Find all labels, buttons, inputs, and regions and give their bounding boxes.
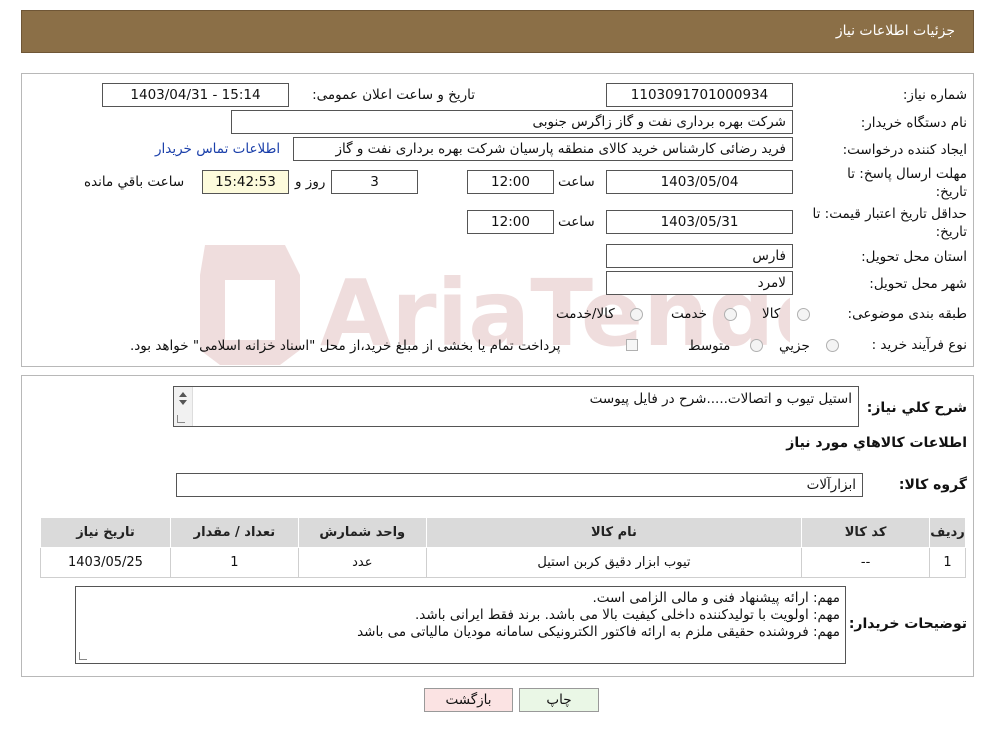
remaining-time-label: ساعت باقي مانده [84,174,185,190]
resize-grip-icon[interactable] [177,415,185,423]
buyer-note-1: مهم: ارائه پیشنهاد فنی و مالی الزامی است… [592,590,840,606]
deadline-date-field: 1403/05/04 [606,170,793,194]
announce-label: تاریخ و ساعت اعلان عمومی: [312,87,475,103]
buyer-note-3: مهم: فروشنده حقیقی ملزم به ارائه فاکتور … [357,624,840,640]
category-label: طبقه بندی موضوعی: [847,306,967,322]
process-minor-radio[interactable] [826,339,839,352]
col-item-name: نام کالا [425,517,803,548]
creator-label: ایجاد کننده درخواست: [842,142,967,158]
validity-label: حداقل تاریخ اعتبار قیمت: تا [812,206,967,222]
cell-need-date: 1403/05/25 [40,547,171,578]
city-field: لامرد [606,271,793,295]
process-medium-radio[interactable] [750,339,763,352]
col-need-date: تاریخ نیاز [40,517,171,548]
goods-group-field: ابزارآلات [176,473,863,497]
validity-date-field: 1403/05/31 [606,210,793,234]
table-row: 1 -- تیوب ابزار دقیق کربن استیل عدد 1 14… [40,547,966,578]
buyer-note-2: مهم: اولویت با تولیدکننده داخلی کیفیت با… [415,607,840,623]
back-button[interactable]: بازگشت [424,688,513,712]
need-number-label: شماره نیاز: [902,87,967,103]
need-number-field: 1103091701000934 [606,83,793,107]
category-service-radio[interactable] [724,308,737,321]
deadline-time-label: ساعت [558,174,595,190]
cell-row-number: 1 [929,547,966,578]
items-title: اطلاعات کالاهاي مورد نياز [786,435,967,451]
province-field: فارس [606,244,793,268]
province-label: استان محل تحویل: [861,249,967,265]
announce-field: 1403/04/31 - 15:14 [102,83,289,107]
cell-item-name: تیوب ابزار دقیق کربن استیل [425,547,803,578]
process-minor-label: جزيي [779,338,810,354]
deadline-label-date: تاریخ: [935,184,967,200]
page-header: جزئیات اطلاعات نیاز [21,10,974,53]
page-title: جزئیات اطلاعات نیاز [835,23,955,39]
buyer-org-label: نام دستگاه خریدار: [860,115,967,131]
validity-time-field: 12:00 [467,210,554,234]
goods-group-label: گروه کالا: [898,477,967,493]
description-text: استیل تیوب و اتصالات.....شرح در فایل پیو… [589,391,852,407]
buyer-org-field: شرکت بهره برداری نفت و گاز زاگرس جنوبی [231,110,793,134]
process-medium-label: متوسط [688,338,731,354]
category-both-label: کالا/خدمت [556,306,615,322]
category-service-label: خدمت [671,306,707,322]
description-textarea[interactable]: استیل تیوب و اتصالات.....شرح در فایل پیو… [173,386,859,427]
deadline-time-field: 12:00 [467,170,554,194]
remaining-time-field: 15:42:53 [202,170,289,194]
category-goods-radio[interactable] [797,308,810,321]
col-row-number: رديف [929,517,966,548]
cell-quantity: 1 [169,547,299,578]
buyer-notes-label: توضیحات خریدار: [848,616,967,632]
category-goods-label: کالا [762,306,781,322]
buyer-contact-link[interactable]: اطلاعات تماس خریدار [155,141,280,157]
category-both-radio[interactable] [630,308,643,321]
col-item-code: کد کالا [801,517,931,548]
description-scrollbar[interactable] [174,387,193,426]
treasury-payment-checkbox[interactable] [626,339,638,351]
print-button[interactable]: چاپ [519,688,599,712]
items-table: رديف کد کالا نام کالا واحد شمارش تعداد /… [40,517,966,578]
table-header-row: رديف کد کالا نام کالا واحد شمارش تعداد /… [40,517,966,548]
city-label: شهر محل تحویل: [869,276,967,292]
validity-time-label: ساعت [558,214,595,230]
process-label: نوع فرآیند خرید : [871,337,967,353]
creator-field: فرید رضائی کارشناس خرید کالای منطقه پارس… [293,137,793,161]
scroll-up-arrow-icon[interactable] [179,392,187,397]
buyer-notes-textarea[interactable]: مهم: ارائه پیشنهاد فنی و مالی الزامی است… [75,586,846,664]
col-quantity: تعداد / مقدار [169,517,299,548]
validity-label-date: تاریخ: [935,224,967,240]
days-label: روز و [295,174,326,190]
description-label: شرح کلي نياز: [866,400,967,416]
scroll-down-arrow-icon[interactable] [179,400,187,405]
cell-unit: عدد [297,547,427,578]
cell-item-code: -- [801,547,931,578]
deadline-label: مهلت ارسال پاسخ: تا [847,166,967,182]
days-field: 3 [331,170,418,194]
resize-grip-icon[interactable] [79,652,87,660]
col-unit: واحد شمارش [297,517,427,548]
treasury-payment-note: پرداخت تمام یا بخشی از مبلغ خرید،از محل … [130,338,561,354]
